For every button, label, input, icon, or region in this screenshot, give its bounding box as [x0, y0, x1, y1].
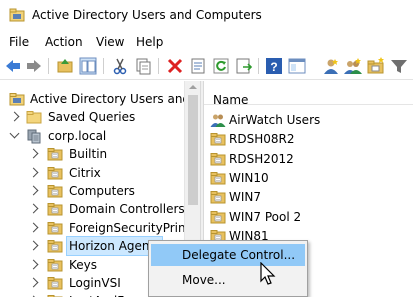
chevron-right-icon[interactable] — [28, 277, 39, 288]
ou-icon — [210, 133, 226, 146]
tree-item-label: LoginVSI — [69, 276, 121, 290]
tree-item-foreignsecurityprinci[interactable]: ForeignSecurityPrinci — [0, 219, 196, 237]
scrollbar-thumb[interactable] — [188, 95, 198, 205]
chevron-right-icon[interactable] — [28, 259, 39, 270]
forward-arrow-icon[interactable] — [25, 57, 43, 75]
new-group-icon[interactable] — [344, 57, 362, 75]
menu-bar: File Action View Help — [0, 31, 413, 53]
context-menu: Delegate Control... Move... — [148, 240, 308, 297]
tree-item-label: ForeignSecurityPrinci — [69, 220, 196, 235]
delegate-control-menu-item[interactable]: Delegate Control... — [151, 244, 305, 266]
list-item-label: WIN7 — [229, 190, 262, 205]
toolbar-separator — [258, 58, 259, 74]
tree-item-label: Computers — [69, 184, 135, 198]
ou-icon — [47, 148, 63, 161]
tree-item-label: Builtin — [69, 147, 108, 162]
tree-item-label: LostAndFound — [69, 292, 154, 297]
toolbar: ? — [0, 53, 413, 80]
filter-icon[interactable] — [390, 57, 408, 75]
ou-icon — [47, 240, 63, 253]
aduc-root-icon — [9, 93, 25, 106]
ou-icon — [47, 166, 63, 180]
column-header-name[interactable]: Name — [204, 81, 413, 107]
tree-item-label: Active Directory Users and Co — [30, 92, 200, 106]
aduc-app-icon — [9, 8, 25, 22]
ou-icon — [47, 185, 63, 198]
folder-icon — [26, 111, 42, 124]
menu-file[interactable]: File — [9, 35, 29, 49]
list-item-label: RDSH2012 — [229, 151, 294, 166]
scroll-up-arrow-icon[interactable] — [189, 85, 197, 89]
move-menu-item[interactable]: Move... — [151, 269, 305, 291]
ou-icon — [210, 210, 226, 223]
ou-icon — [210, 171, 226, 185]
toolbar-separator — [158, 58, 159, 74]
back-arrow-icon[interactable] — [4, 57, 22, 75]
tree-item-label: Domain Controllers — [69, 202, 185, 217]
tree-item-computers[interactable]: Computers — [0, 182, 184, 200]
tree-item-label: Keys — [69, 257, 98, 272]
ou-icon — [47, 295, 63, 297]
tree-item-label: Citrix — [69, 165, 101, 180]
list-item-label: WIN10 — [229, 170, 269, 185]
tree-item-builtin[interactable]: Builtin — [0, 145, 184, 163]
chevron-right-icon[interactable] — [28, 222, 39, 233]
chevron-right-icon[interactable] — [28, 203, 39, 214]
cut-icon[interactable] — [111, 57, 129, 75]
tree-item-saved-queries[interactable]: Saved Queries — [0, 108, 184, 126]
toolbar-separator — [103, 58, 104, 74]
show-hide-tree-icon[interactable] — [79, 57, 97, 75]
ou-icon — [210, 152, 226, 166]
ou-icon — [47, 277, 63, 290]
group-icon — [210, 114, 226, 127]
list-item-label: WIN7 Pool 2 — [229, 209, 302, 224]
copy-icon[interactable] — [134, 57, 152, 75]
ou-icon — [47, 221, 63, 235]
refresh-icon[interactable] — [212, 57, 230, 75]
export-list-icon[interactable] — [235, 57, 253, 75]
tree-item-corp-local[interactable]: corp.local — [0, 127, 184, 145]
toolbar-separator — [48, 58, 49, 74]
chevron-right-icon[interactable] — [28, 240, 39, 251]
chevron-right-icon[interactable] — [9, 111, 20, 122]
tree-item-domain-controllers[interactable]: Domain Controllers — [0, 200, 185, 218]
mouse-pointer-icon — [260, 262, 276, 285]
help-icon[interactable]: ? — [265, 57, 283, 75]
tree-item-active-directory-users-and-co[interactable]: Active Directory Users and Co — [0, 90, 200, 108]
properties-icon[interactable] — [189, 57, 207, 75]
list-item-label: RDSH08R2 — [229, 132, 295, 147]
tree-item-citrix[interactable]: Citrix — [0, 164, 184, 182]
console-tree-icon[interactable] — [288, 57, 306, 75]
up-folder-icon[interactable] — [56, 57, 74, 75]
title-bar: Active Directory Users and Computers — [0, 0, 413, 31]
chevron-right-icon[interactable] — [28, 148, 39, 159]
ou-icon — [47, 258, 63, 272]
chevron-right-icon[interactable] — [28, 185, 39, 196]
menu-action[interactable]: Action — [45, 35, 83, 49]
chevron-right-icon[interactable] — [28, 167, 39, 178]
tree-item-label: Saved Queries — [48, 110, 136, 125]
ou-icon — [210, 191, 226, 204]
delete-icon[interactable] — [166, 57, 184, 75]
new-user-icon[interactable] — [322, 57, 340, 75]
new-ou-icon[interactable] — [367, 57, 385, 75]
column-header-label: Name — [213, 93, 249, 107]
menu-help[interactable]: Help — [136, 35, 163, 49]
svg-text:?: ? — [270, 60, 277, 74]
domain-icon — [27, 129, 41, 144]
window-title: Active Directory Users and Computers — [32, 8, 262, 22]
tree-item-label: corp.local — [48, 128, 107, 143]
list-item-label: AirWatch Users — [229, 113, 321, 127]
ou-icon — [47, 203, 63, 216]
chevron-down-icon[interactable] — [9, 128, 20, 139]
menu-view[interactable]: View — [96, 35, 124, 49]
